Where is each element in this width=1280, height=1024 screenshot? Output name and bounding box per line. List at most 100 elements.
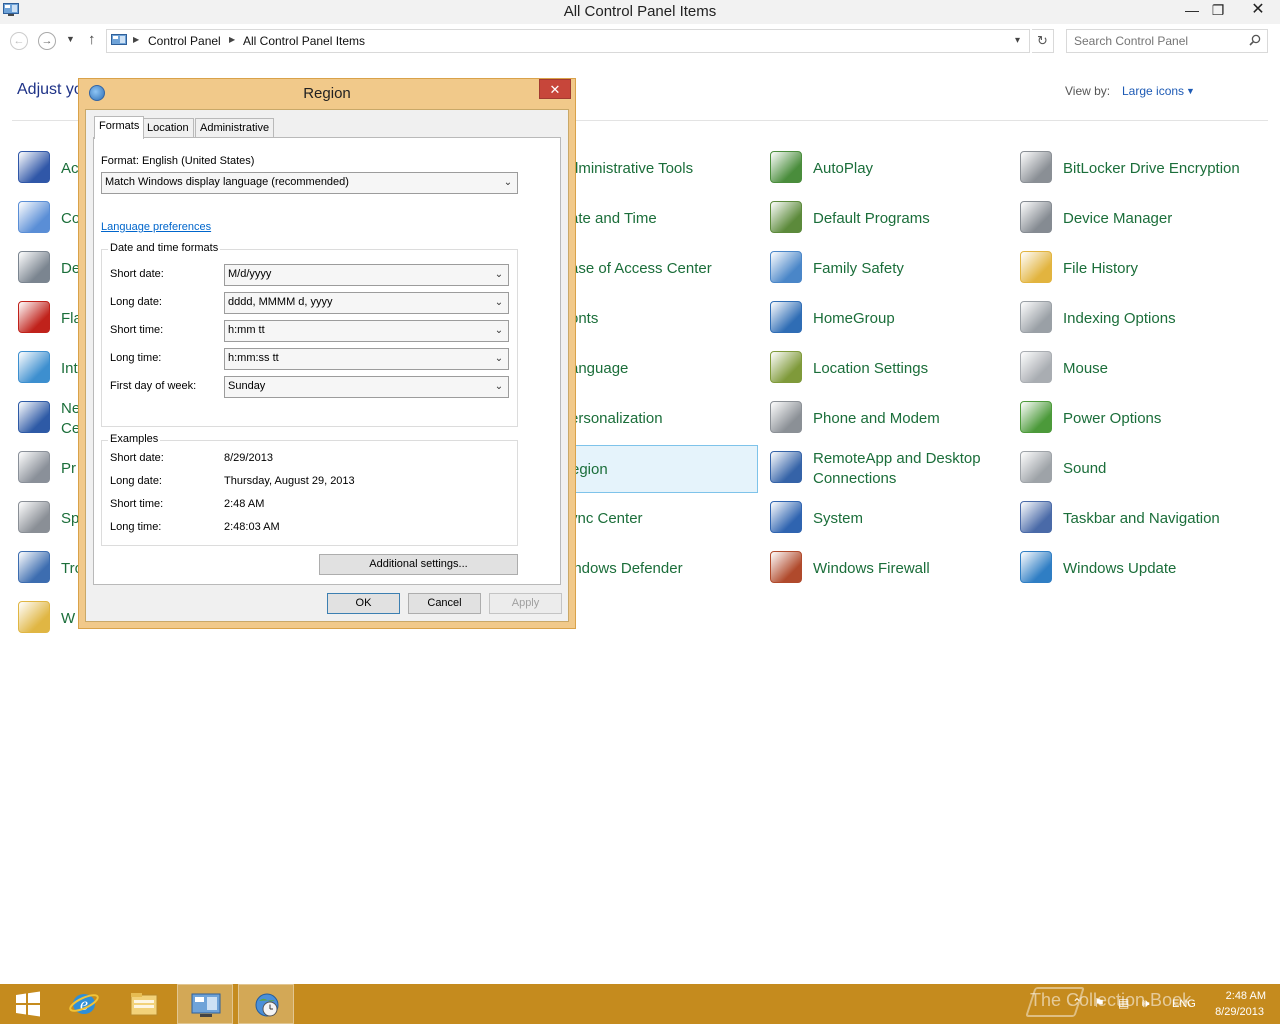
example-value: 2:48 AM [224,498,265,510]
file-explorer-icon [130,993,158,1016]
language-preferences-link[interactable]: Language preferences [101,221,211,233]
format-row-select[interactable]: h:mm:ss tt ⌄ [224,348,509,370]
start-icon [16,991,40,1017]
format-row-value: h:mm:ss tt [228,352,279,364]
recent-locations-chevron-icon[interactable]: ▼ [66,34,75,44]
cp-item-windows-firewall[interactable]: Windows Firewall [766,545,1008,593]
clock-time[interactable]: 2:48 AM [1210,990,1266,1002]
cp-item-color-management[interactable]: Co [14,195,84,243]
cp-item-label: anguage [570,360,629,377]
cp-item-power-options[interactable]: Power Options [1016,395,1266,443]
apply-button[interactable]: Apply [489,593,562,614]
cp-item-flash-player[interactable]: Fla [14,295,84,343]
cp-item-windows-update[interactable]: Windows Update [1016,545,1266,593]
cp-item-label: Indexing Options [1063,310,1176,327]
chevron-down-icon[interactable]: ⌄ [492,265,506,285]
group-title: Examples [108,433,161,445]
cp-item-indexing-options[interactable]: Indexing Options [1016,295,1266,343]
cp-item-homegroup[interactable]: HomeGroup [766,295,1008,343]
refresh-button[interactable]: ↻ [1032,29,1054,53]
close-button[interactable]: ✕ [1238,0,1278,22]
location-settings-icon [770,351,802,383]
cp-item-label: W [61,610,76,627]
cp-item-file-history[interactable]: File History [1016,245,1266,293]
cp-item-family-safety[interactable]: Family Safety [766,245,1008,293]
dialog-close-button[interactable]: ✕ [539,79,571,99]
autoplay-icon [770,151,802,183]
tab-administrative[interactable]: Administrative [195,118,275,138]
flash-player-icon [18,301,50,333]
breadcrumb-chevron-icon[interactable]: ▶ [133,35,139,44]
cp-item-devices-printers[interactable]: De [14,245,84,293]
cp-item-programs-features[interactable]: Pr [14,445,84,493]
format-row-select[interactable]: dddd, MMMM d, yyyy ⌄ [224,292,509,314]
cancel-button[interactable]: Cancel [408,593,481,614]
cp-item-label: Phone and Modem [813,410,940,427]
start-button[interactable] [0,984,56,1024]
cp-item-work-folders[interactable]: W [14,595,84,643]
forward-button[interactable]: → [38,32,56,50]
chevron-down-icon[interactable]: ⌄ [492,321,506,341]
chevron-down-icon[interactable]: ⌄ [492,349,506,369]
breadcrumb-chevron-icon[interactable]: ▶ [229,35,235,44]
search-input[interactable] [1067,30,1243,52]
back-button[interactable]: ← [10,32,28,50]
cp-item-label: Device Manager [1063,210,1173,227]
maximize-button[interactable]: ❐ [1204,0,1232,22]
address-dropdown-icon[interactable]: ▾ [1015,35,1020,46]
cp-item-location-settings[interactable]: Location Settings [766,345,1008,393]
window-titlebar: All Control Panel Items — ❐ ✕ [0,0,1280,24]
cp-item-autoplay[interactable]: AutoPlay [766,145,1008,193]
view-by-dropdown[interactable]: Large icons [1122,84,1184,98]
taskbar-control-panel[interactable] [177,984,233,1024]
format-row-select[interactable]: M/d/yyyy ⌄ [224,264,509,286]
cp-item-troubleshooting[interactable]: Tro [14,545,84,593]
ok-button[interactable]: OK [327,593,400,614]
taskbar-file-explorer[interactable] [116,984,172,1024]
cp-item-remoteapp[interactable]: RemoteApp and Desktop Connections [766,445,1008,493]
examples-group: Examples Short date: 8/29/2013 Long date: T… [101,433,518,546]
remoteapp-icon [770,451,802,483]
cp-item-taskbar-navigation[interactable]: Taskbar and Navigation [1016,495,1266,543]
search-icon[interactable] [1249,34,1261,46]
cp-item-action-center-flag[interactable]: Ac [14,145,84,193]
cp-item-device-manager[interactable]: Device Manager [1016,195,1266,243]
view-by-caret-icon[interactable]: ▼ [1186,86,1195,96]
cp-item-label: Taskbar and Navigation [1063,510,1220,527]
minimize-button[interactable]: — [1178,0,1206,22]
chevron-down-icon[interactable]: ⌄ [501,173,515,193]
chevron-down-icon[interactable]: ⌄ [492,293,506,313]
additional-settings-button[interactable]: Additional settings... [319,554,518,575]
control-panel-icon [111,34,127,45]
clock-date[interactable]: 8/29/2013 [1200,1006,1264,1018]
search-box[interactable] [1066,29,1268,53]
chevron-down-icon[interactable]: ⌄ [492,377,506,397]
family-safety-icon [770,251,802,283]
format-select[interactable]: Match Windows display language (recommen… [101,172,518,194]
cp-item-mouse[interactable]: Mouse [1016,345,1266,393]
format-row-value: M/d/yyyy [228,268,272,280]
cp-item-sound[interactable]: Sound [1016,445,1266,493]
up-arrow-icon[interactable]: ↑ [88,31,96,48]
breadcrumb-control-panel[interactable]: Control Panel [148,34,221,48]
tab-formats[interactable]: Formats [94,116,145,139]
watermark-text: The Collection Book [1030,990,1192,1010]
cp-item-phone-modem[interactable]: Phone and Modem [766,395,1008,443]
cp-item-network-sharing[interactable]: Ne Ce [14,395,84,443]
breadcrumb-all-items[interactable]: All Control Panel Items [243,34,365,48]
cp-item-speech-recognition-mic[interactable]: Sp [14,495,84,543]
format-row-value: dddd, MMMM d, yyyy [228,296,333,308]
format-row-select[interactable]: h:mm tt ⌄ [224,320,509,342]
taskbar-region[interactable] [238,984,294,1024]
page-title: Adjust yo [17,81,83,98]
navigation-bar: ← → ▼ ↑ ▶ Control Panel ▶ All Control Pa… [0,28,1280,54]
tab-location[interactable]: Location [142,118,194,138]
cp-item-internet-options[interactable]: Int [14,345,84,393]
cp-item-default-programs[interactable]: Default Programs [766,195,1008,243]
cp-item-label: Family Safety [813,260,904,277]
format-row-select[interactable]: Sunday ⌄ [224,376,509,398]
address-bar[interactable]: ▶ Control Panel ▶ All Control Panel Item… [106,29,1030,53]
cp-item-bitlocker[interactable]: BitLocker Drive Encryption [1016,145,1266,193]
cp-item-system[interactable]: System [766,495,1008,543]
taskbar-internet-explorer[interactable]: e [56,984,112,1024]
